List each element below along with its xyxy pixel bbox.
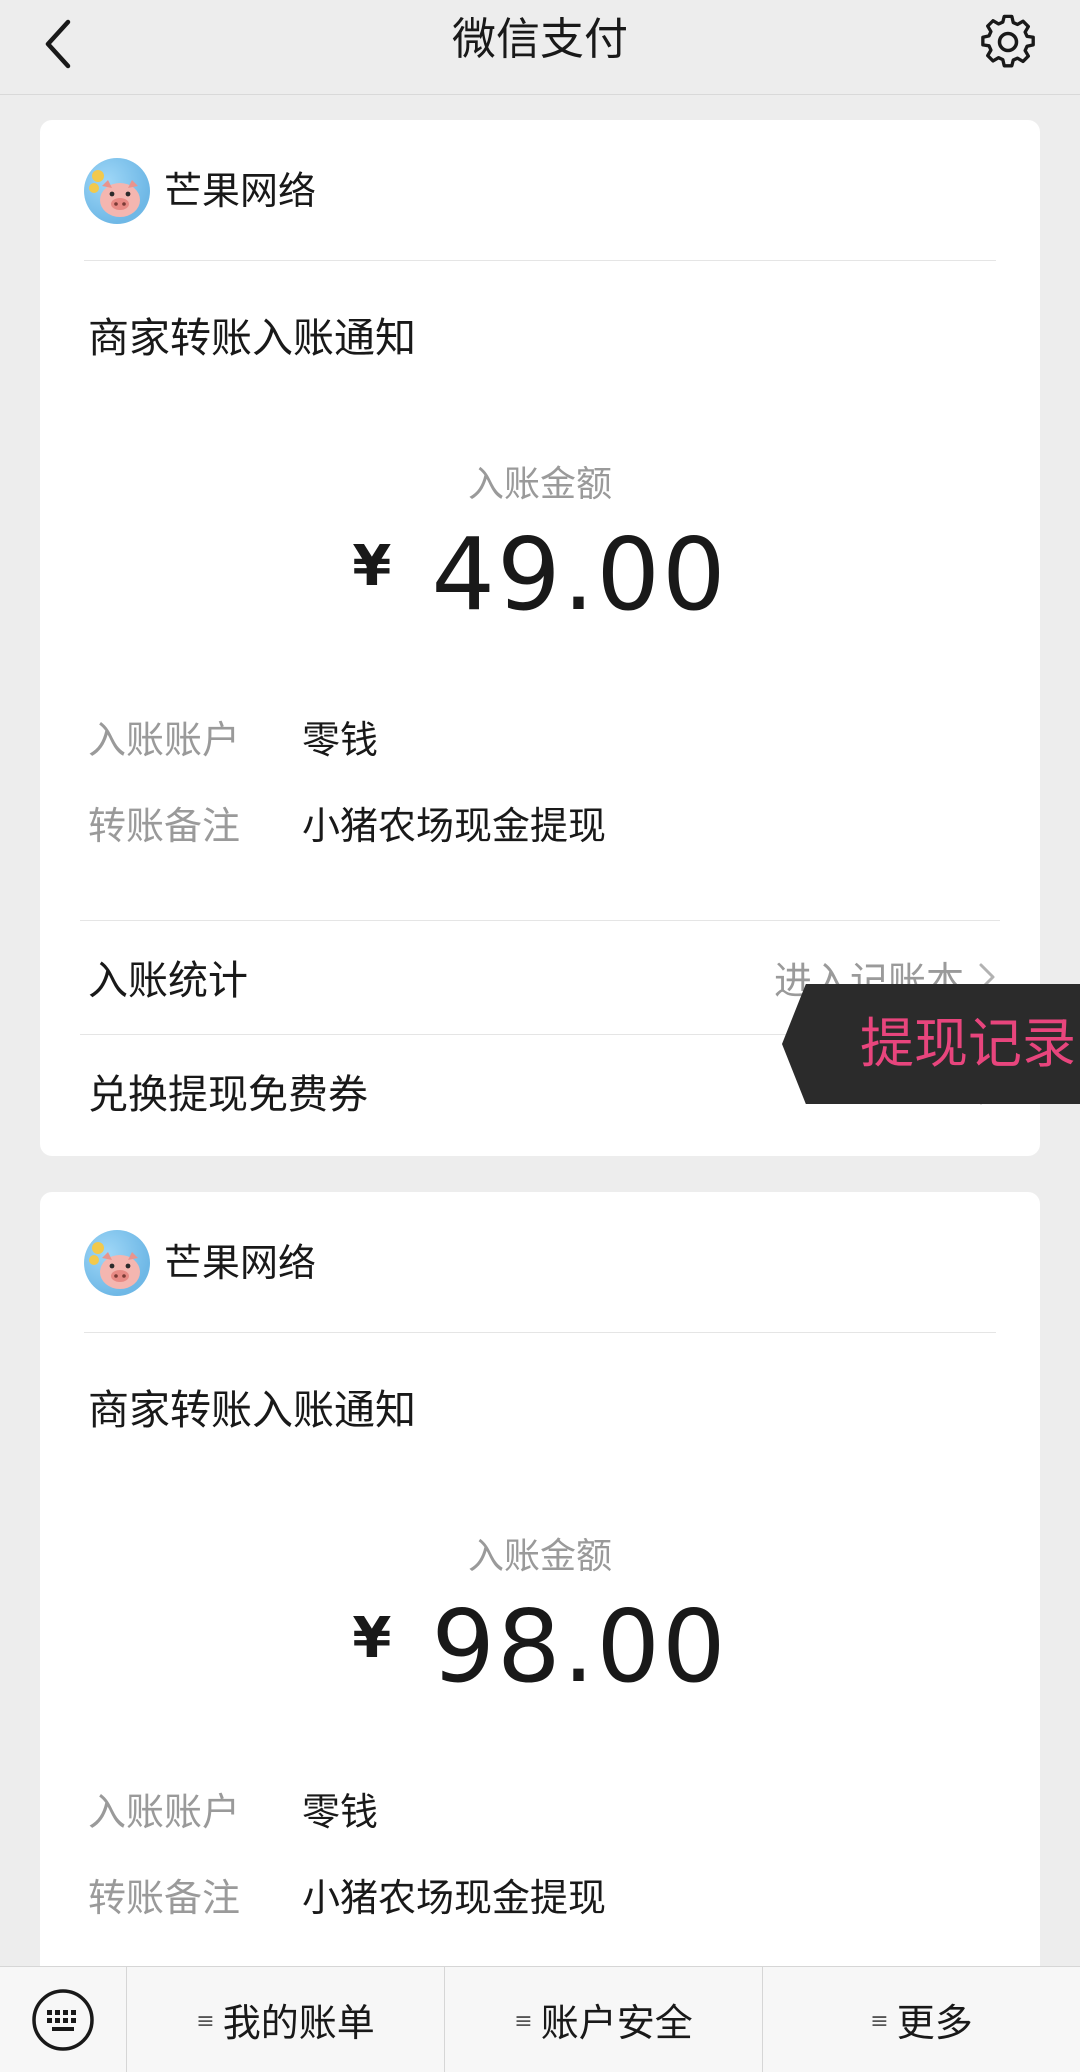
settings-button[interactable] [976,10,1040,74]
amount-value: 98.00 [431,1588,728,1705]
tab-more[interactable]: ≡ 更多 [763,1967,1080,2072]
note-key: 转账备注 [88,804,241,848]
amount-value: 49.00 [431,516,728,633]
currency-symbol: ¥ [352,1606,392,1671]
menu-icon: ≡ [514,2009,533,2034]
tab-label: 更多 [896,2001,973,2045]
account-key: 入账账户 [88,1790,241,1834]
account-key: 入账账户 [88,718,241,762]
withdraw-record-overlay: 提现记录 [782,984,1080,1104]
merchant-name: 芒果网络 [164,169,317,213]
page-title: 微信支付 [452,14,628,65]
divider [84,260,996,261]
amount-label: 入账金额 [467,464,612,505]
divider [84,1332,996,1333]
note-value: 小猪农场现金提现 [302,804,607,848]
note-row: 转账备注 小猪农场现金提现 [88,798,606,854]
tab-label: 账户安全 [540,2001,693,2045]
amount-display: ¥49.00 [40,520,1040,630]
tab-account-security[interactable]: ≡ 账户安全 [445,1967,763,2072]
coupon-label: 兑换提现免费券 [88,1072,368,1118]
account-row: 入账账户 零钱 [88,712,378,768]
account-value: 零钱 [302,1790,379,1834]
merchant-header[interactable]: 芒果网络 [84,1228,316,1298]
stats-label: 入账统计 [88,958,248,1004]
note-key: 转账备注 [88,1876,241,1920]
transfer-card-2: 芒果网络 商家转账入账通知 入账金额 ¥98.00 入账账户 零钱 转账备注 小… [40,1192,1040,1992]
merchant-avatar [84,158,150,224]
note-value: 小猪农场现金提现 [302,1876,607,1920]
amount-display: ¥98.00 [40,1592,1040,1702]
note-row: 转账备注 小猪农场现金提现 [88,1870,606,1926]
notification-title: 商家转账入账通知 [88,314,416,362]
overlay-label: 提现记录 [860,1012,1076,1075]
menu-icon: ≡ [196,2009,215,2034]
keyboard-icon [32,1988,94,2051]
menu-icon: ≡ [870,2009,889,2034]
account-value: 零钱 [302,718,379,762]
gear-icon [981,14,1035,68]
merchant-name: 芒果网络 [164,1241,317,1285]
tab-my-bills[interactable]: ≡ 我的账单 [127,1967,445,2072]
merchant-avatar [84,1230,150,1296]
notification-title: 商家转账入账通知 [88,1386,416,1434]
bottom-menu-bar: ≡ 我的账单 ≡ 账户安全 ≡ 更多 [0,1966,1080,2072]
amount-label: 入账金额 [467,1536,612,1577]
merchant-header[interactable]: 芒果网络 [84,156,316,226]
nav-bar: 微信支付 [0,0,1080,95]
currency-symbol: ¥ [352,534,392,599]
tab-label: 我的账单 [222,2001,375,2045]
keyboard-toggle-button[interactable] [0,1967,127,2072]
account-row: 入账账户 零钱 [88,1784,378,1840]
divider [80,920,1000,921]
